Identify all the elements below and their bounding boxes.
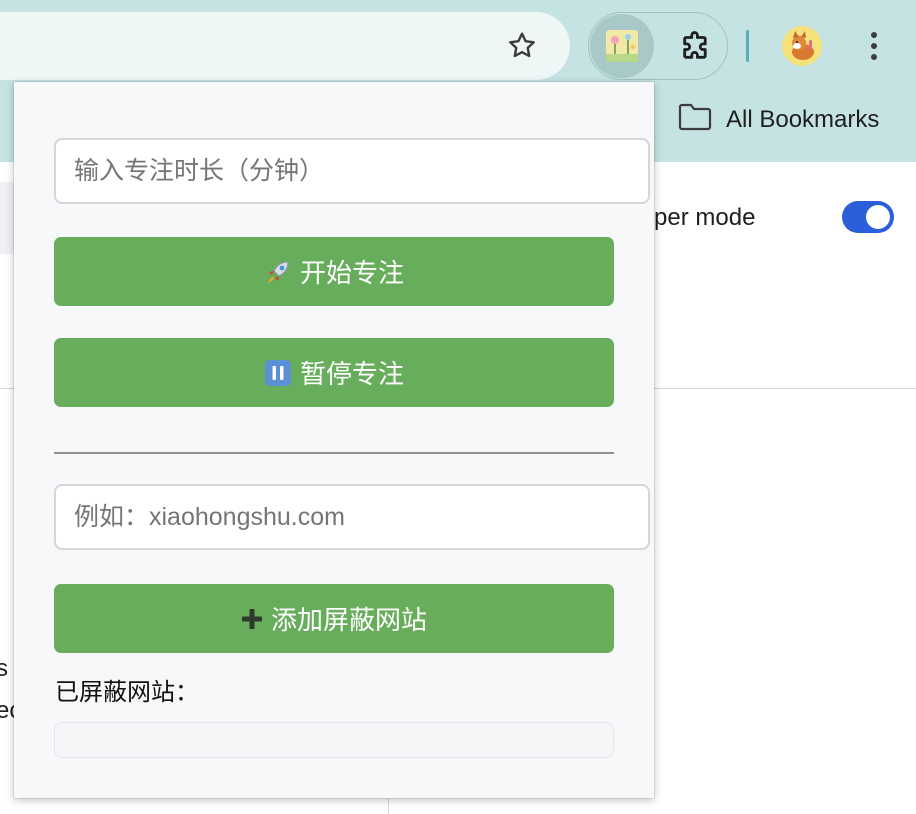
address-bar[interactable] — [0, 12, 570, 80]
start-focus-button[interactable]: 开始专注 — [54, 237, 614, 306]
pause-focus-button[interactable]: 暂停专注 — [54, 338, 614, 407]
add-blocked-site-button[interactable]: 添加屏蔽网站 — [54, 584, 614, 653]
focus-duration-input[interactable] — [54, 138, 650, 204]
sidebar-highlight — [0, 182, 14, 254]
page-divider-left — [0, 388, 14, 389]
extension-popup: 开始专注 暂停专注 添加屏蔽网站 已屏蔽网站： — [14, 82, 654, 798]
page-divider-vertical — [388, 798, 389, 814]
all-bookmarks-label: All Bookmarks — [726, 106, 880, 133]
folder-icon — [678, 103, 712, 138]
focus-extension-icon[interactable] — [590, 14, 654, 78]
start-focus-label: 开始专注 — [299, 258, 404, 288]
blocked-sites-list — [54, 722, 614, 758]
profile-avatar[interactable] — [782, 26, 822, 66]
all-bookmarks-button[interactable]: All Bookmarks — [678, 100, 879, 140]
toolbar-divider — [746, 30, 749, 62]
add-blocked-site-label: 添加屏蔽网站 — [270, 605, 427, 635]
developer-mode-toggle[interactable] — [842, 201, 894, 233]
pause-icon — [264, 359, 292, 387]
bookmark-star-icon[interactable] — [498, 22, 546, 70]
blocked-sites-heading: 已屏蔽网站： — [55, 679, 199, 706]
section-divider — [54, 452, 614, 454]
kebab-menu-icon[interactable] — [852, 22, 896, 70]
extensions-puzzle-icon[interactable] — [672, 22, 720, 70]
rocket-icon — [264, 258, 292, 286]
site-input[interactable] — [54, 484, 650, 550]
page-divider — [654, 388, 916, 389]
page-text-fragment: s — [0, 655, 8, 682]
pause-focus-label: 暂停专注 — [299, 359, 404, 389]
plus-icon — [241, 608, 263, 630]
